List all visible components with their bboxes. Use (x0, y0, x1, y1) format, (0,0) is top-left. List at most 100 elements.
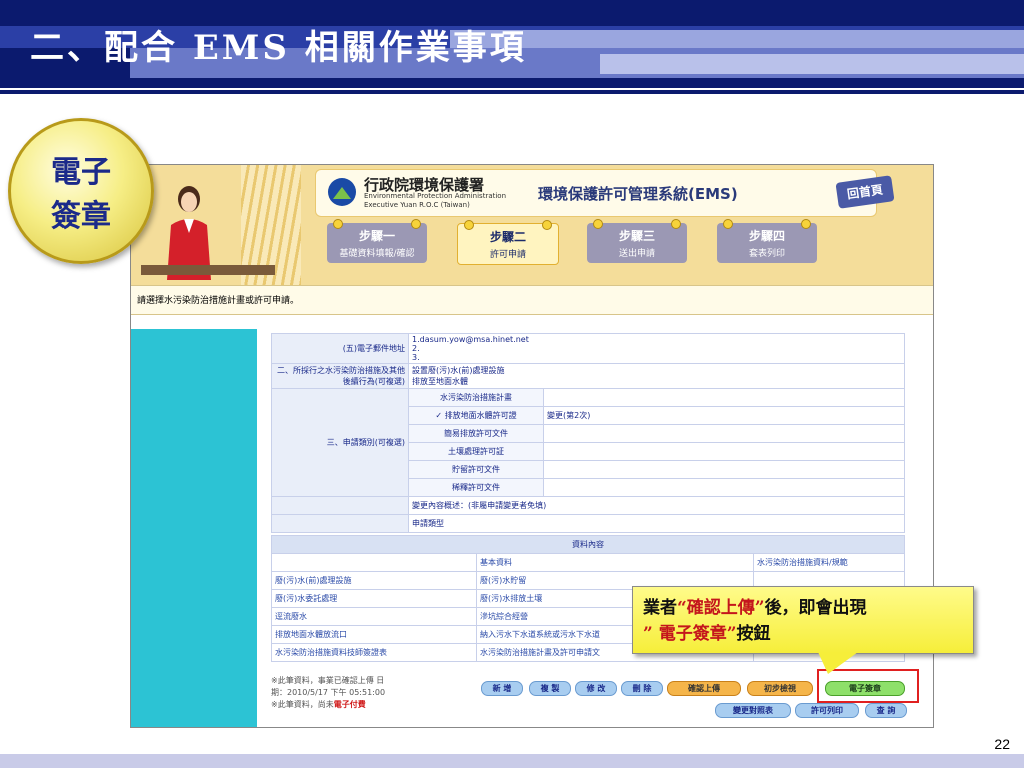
category-label: 三、申請類別(可複選) (271, 388, 409, 497)
org-name-en-sub: Executive Yuan R.O.C (Taiwan) (364, 201, 470, 209)
pin-icon (333, 219, 343, 229)
category-option[interactable]: 水污染防治措施計畫 (408, 388, 544, 407)
category-option[interactable]: 貯留許可文件 (408, 460, 544, 479)
measure-label: 二、所採行之水污染防治措施及其他後續行為(可複選) (271, 363, 409, 389)
step-4-tab[interactable]: 步驟四 套表列印 (717, 219, 817, 263)
callout-text: 後，即會出現 (764, 598, 867, 618)
step-2-tab[interactable]: 步驟二 許可申請 (457, 220, 559, 265)
topic-badge: 電子 簽章 (8, 118, 154, 264)
copy-button[interactable]: 複 製 (529, 681, 571, 696)
table-row: 二、所採行之水污染防治措施及其他後續行為(可複選) 設置廢(污)水(前)處理設施… (271, 363, 905, 389)
measure-values: 設置廢(污)水(前)處理設施 排放至地面水體 (408, 363, 905, 389)
ems-logo-bar: 行政院環境保護署 Environmental Protection Admini… (315, 169, 877, 217)
grid-cell[interactable]: 基本資料 (476, 553, 754, 572)
blank-cell (271, 496, 409, 515)
edit-button[interactable]: 修 改 (575, 681, 617, 696)
category-option-label: 排放地面水體許可證 (444, 411, 517, 420)
callout-highlight: ” 電子簽章” (643, 624, 737, 644)
callout-text: 按鈕 (736, 624, 771, 644)
step-3-tab[interactable]: 步驟三 送出申請 (587, 219, 687, 263)
step-subtitle: 許可申請 (489, 250, 526, 260)
email-values: 1.dasum.yow@msa.hinet.net 2. 3. (408, 333, 905, 364)
change-summary: 變更內容概述：(非屬申請變更者免填) (408, 496, 905, 515)
step-subtitle: 基礎資料填報/確認 (339, 249, 415, 259)
table-row: 資料內容 (271, 535, 905, 554)
measure-value: 設置廢(污)水(前)處理設施 (412, 366, 505, 375)
badge-line1: 電子 (51, 155, 111, 190)
system-title: 環境保護許可管理系統(EMS) (538, 185, 738, 203)
grid-cell[interactable]: 逕流廢水 (271, 607, 477, 626)
org-name-en: Environmental Protection Administration (364, 192, 507, 200)
email-label: (五)電子郵件地址 (271, 333, 409, 364)
confirm-upload-button[interactable]: 確認上傳 (667, 681, 741, 696)
table-row: 變更內容概述：(非屬申請變更者免填) (271, 496, 905, 515)
step-1-tab[interactable]: 步驟一 基礎資料填報/確認 (327, 219, 427, 263)
grid-cell[interactable]: 排放地面水體放流口 (271, 625, 477, 644)
apply-type: 申請類型 (408, 514, 905, 533)
checkmark-icon: ✓ (435, 411, 445, 420)
category-option[interactable]: 稀釋許可文件 (408, 478, 544, 497)
category-option[interactable]: 土壤處理許可証 (408, 442, 544, 461)
delete-button[interactable]: 刪 除 (621, 681, 663, 696)
step-subtitle: 送出申請 (618, 249, 655, 259)
category-note (543, 388, 905, 407)
compare-table-button[interactable]: 變更對照表 (715, 703, 791, 718)
note-highlight: 電子付費 (333, 700, 366, 709)
desk-illustration (141, 265, 275, 275)
email-value: 1.dasum.yow@msa.hinet.net (412, 335, 529, 344)
category-note (543, 424, 905, 443)
table-row: 三、申請類別(可複選) 水污染防治措施計畫 (271, 388, 905, 497)
ems-banner: 行政院環境保護署 Environmental Protection Admini… (131, 165, 933, 285)
instruction-callout: 業者“確認上傳”後，即會出現 ” 電子簽章”按鈕 (632, 586, 974, 654)
step-title: 步驟三 (618, 229, 655, 243)
blank-cell (271, 514, 409, 533)
section-header: 資料內容 (271, 535, 905, 554)
pin-icon (593, 219, 603, 229)
table-row: 基本資料 水污染防治措施資料/規範 (271, 553, 905, 572)
header-band (600, 54, 1024, 74)
step-title: 步驟二 (489, 230, 526, 244)
grid-cell[interactable]: 水污染防治措施資料技師簽證表 (271, 643, 477, 662)
epa-logo-icon (328, 178, 356, 206)
callout-text: 業者 (643, 598, 677, 618)
pin-icon (411, 219, 421, 229)
category-option[interactable]: 簡易排放許可文件 (408, 424, 544, 443)
note-line: ※此筆資料，尚未電子付費 (271, 699, 385, 711)
table-row: 申請類型 (271, 514, 905, 533)
form-table: (五)電子郵件地址 1.dasum.yow@msa.hinet.net 2. 3… (271, 333, 905, 533)
grid-cell[interactable]: 廢(污)水(前)處理設施 (271, 571, 477, 590)
table-row: (五)電子郵件地址 1.dasum.yow@msa.hinet.net 2. 3… (271, 333, 905, 364)
pin-icon (542, 220, 552, 230)
slide-header: 二、配合 EMS 相關作業事項 (0, 0, 1024, 88)
pin-icon (723, 219, 733, 229)
left-sidebar (131, 329, 257, 727)
slide-title: 二、配合 EMS 相關作業事項 (30, 28, 527, 68)
page-number: 22 (994, 736, 1010, 752)
note-line: 期：2010/5/17 下午 05:51:00 (271, 688, 386, 697)
step-subtitle: 套表列印 (748, 249, 785, 259)
category-note: 變更(第2次) (543, 406, 905, 425)
step-title: 步驟一 (358, 229, 395, 243)
permit-print-button[interactable]: 許可列印 (795, 703, 859, 718)
category-note (543, 478, 905, 497)
grid-cell[interactable]: 水污染防治措施資料/規範 (753, 553, 905, 572)
measure-value: 排放至地面水體 (412, 377, 468, 386)
grid-cell[interactable]: 廢(污)水委託處理 (271, 589, 477, 608)
record-status-note: ※此筆資料，事業已確認上傳 日 期：2010/5/17 下午 05:51:00 … (271, 675, 385, 711)
query-button[interactable]: 查 詢 (865, 703, 907, 718)
category-option[interactable]: ✓ 排放地面水體許可證 (408, 406, 544, 425)
precheck-button[interactable]: 初步檢視 (747, 681, 813, 696)
step-title: 步驟四 (748, 229, 785, 243)
add-button[interactable]: 新 增 (481, 681, 523, 696)
application-form: (五)電子郵件地址 1.dasum.yow@msa.hinet.net 2. 3… (271, 333, 905, 725)
badge-line2: 簽章 (51, 199, 111, 234)
email-value: 3. (412, 353, 420, 362)
header-divider (0, 90, 1024, 94)
pin-icon (464, 220, 474, 230)
note-text: ※此筆資料，尚未 (271, 700, 334, 709)
slide-footer-bar (0, 754, 1024, 768)
callout-line-2: ” 電子簽章”按鈕 (643, 621, 963, 647)
notice-bar: 請選擇水污染防治措施計畫或許可申請。 (131, 285, 933, 315)
pin-icon (671, 219, 681, 229)
pin-icon (801, 219, 811, 229)
